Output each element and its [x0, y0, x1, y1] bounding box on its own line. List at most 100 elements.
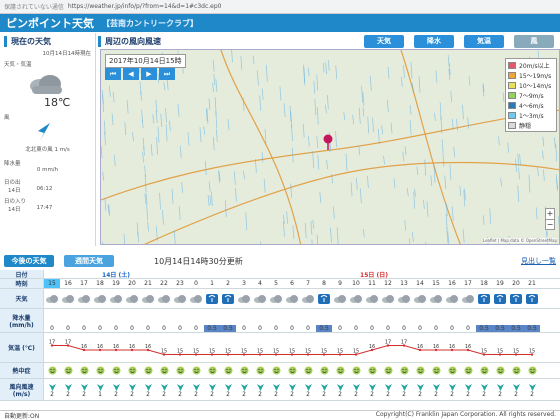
tab-week[interactable]: 週間天気	[64, 255, 114, 267]
smile-face-icon	[48, 366, 56, 375]
wind-speed: 2	[530, 390, 534, 398]
cloud-icon	[46, 294, 58, 303]
wind-direction-icon	[192, 383, 200, 391]
url-text[interactable]: https://weather.jp/info/p/?from=14&d=1#c…	[68, 3, 222, 10]
prev-frame-button[interactable]: ◀	[123, 68, 139, 80]
wind-direction-icon	[160, 383, 168, 391]
rain-cell: 0	[274, 325, 278, 332]
wind-direction-icon	[528, 383, 536, 391]
wind-direction-icon	[368, 383, 376, 391]
rain-cell: 0	[354, 325, 358, 332]
rain-cell: 0	[50, 325, 54, 332]
smile-face-icon	[384, 366, 392, 375]
current-weather-panel: 現在の天気 10月14日14時現在 天気・気温 18℃ 風 北北東の風 1 m/…	[0, 33, 96, 246]
zoom-out-button[interactable]: −	[546, 219, 554, 229]
temp-label: 15	[289, 349, 295, 355]
weather-cell	[236, 289, 252, 308]
wind-direction-icon	[384, 383, 392, 391]
first-frame-button[interactable]: ⏮	[105, 68, 121, 80]
rain-cell: 0	[66, 325, 70, 332]
row-label-date: 日付	[0, 270, 44, 279]
wind-cell: 2	[268, 379, 284, 400]
browser-bar: 保護されていない通信 https://weather.jp/info/p/?fr…	[0, 0, 560, 14]
smile-face-icon	[112, 366, 120, 375]
row-label-time: 時刻	[0, 279, 44, 288]
heat-cell	[444, 363, 460, 378]
legend-20: 20m/s以上	[519, 62, 550, 70]
wind-cell: 2	[476, 379, 492, 400]
weather-cell	[220, 289, 236, 308]
wind-speed: 2	[290, 390, 294, 398]
cloud-icon	[382, 294, 394, 303]
weather-cell	[252, 289, 268, 308]
wind-cell: 2	[124, 379, 140, 400]
legend-swatch-15	[508, 71, 516, 79]
wind-speed: 2	[322, 390, 326, 398]
next-frame-button[interactable]: ⏭	[159, 68, 175, 80]
cloud-icon	[430, 294, 442, 303]
smile-face-icon	[256, 366, 264, 375]
rain-value: 0 mm/h	[36, 167, 59, 173]
app-subtitle: 【芸南カントリークラブ】	[102, 18, 198, 28]
tab-weather[interactable]: 天気	[364, 34, 404, 48]
heat-cell	[284, 363, 300, 378]
cloud-icon	[446, 294, 458, 303]
legend-7: 7～9m/s	[519, 92, 544, 100]
list-link[interactable]: 見出し一覧	[521, 256, 556, 266]
hour-cell: 16	[64, 280, 72, 287]
temp-label: 16	[113, 344, 119, 350]
sunrise-label: 日の出	[4, 180, 21, 186]
temp-label: 15	[177, 349, 183, 355]
legend-1: 1～3m/s	[519, 112, 544, 120]
security-warning[interactable]: 保護されていない通信	[4, 2, 64, 11]
temp-chart: 17 17 16 16 16 16 16 15 15 15 15 15 15 15 15 15 15 15 15 15…	[49, 340, 535, 356]
hour-cell: 0	[194, 280, 198, 287]
forecast-section: 今後の天気 週間天気 10月14日14時30分更新 見出し一覧 日付 14日 (土…	[0, 248, 560, 408]
play-button[interactable]: ▶	[141, 68, 157, 80]
cloud-icon	[158, 294, 170, 303]
hour-cell: 9	[338, 280, 342, 287]
sunrise-day: 14日	[8, 188, 21, 194]
heat-cell	[76, 363, 92, 378]
wind-speed: 2	[338, 390, 342, 398]
wind-direction-icon	[320, 383, 328, 391]
hour-cell: 23	[176, 280, 184, 287]
smile-face-icon	[480, 366, 488, 375]
wind-cell: 2	[76, 379, 92, 400]
smile-face-icon	[448, 366, 456, 375]
wind-cell: 2	[444, 379, 460, 400]
smile-face-icon	[496, 366, 504, 375]
wind-map[interactable]: 2017年10月14日15時 ⏮ ◀ ▶ ⏭ 20m/s以上 15～19m/s …	[100, 49, 560, 245]
smile-face-icon	[464, 366, 472, 375]
app-title: ピンポイント天気	[6, 17, 94, 30]
wind-cell: 2	[524, 379, 540, 400]
heat-cell	[156, 363, 172, 378]
tab-temp[interactable]: 気温	[464, 34, 504, 48]
wind-cell: 2	[140, 379, 156, 400]
temp-label: 15	[513, 349, 519, 355]
tab-rain[interactable]: 降水	[414, 34, 454, 48]
rain-cell: 0	[130, 325, 134, 332]
wind-cell: 2	[204, 379, 220, 400]
temp-label: 15	[305, 349, 311, 355]
temp-label: 16	[449, 344, 455, 350]
wind-speed: 2	[514, 390, 518, 398]
tab-today[interactable]: 今後の天気	[4, 255, 54, 267]
legend-swatch-20	[508, 61, 516, 69]
weather-cell	[268, 289, 284, 308]
wind-speed: 2	[130, 390, 134, 398]
heat-cell	[124, 363, 140, 378]
location-pin-icon[interactable]	[323, 134, 333, 150]
wind-cell: 2	[508, 379, 524, 400]
wind-speed: 2	[50, 390, 54, 398]
wind-cell: 2	[412, 379, 428, 400]
wind-cell: 2	[60, 379, 76, 400]
tab-wind[interactable]: 風	[514, 34, 554, 48]
smile-face-icon	[192, 366, 200, 375]
zoom-in-button[interactable]: +	[546, 209, 554, 219]
app-header: ピンポイント天気 【芸南カントリークラブ】	[0, 14, 560, 32]
heat-cell	[300, 363, 316, 378]
hour-cell: 19	[112, 280, 120, 287]
wind-direction-icon	[64, 383, 72, 391]
weather-cell	[492, 289, 508, 308]
